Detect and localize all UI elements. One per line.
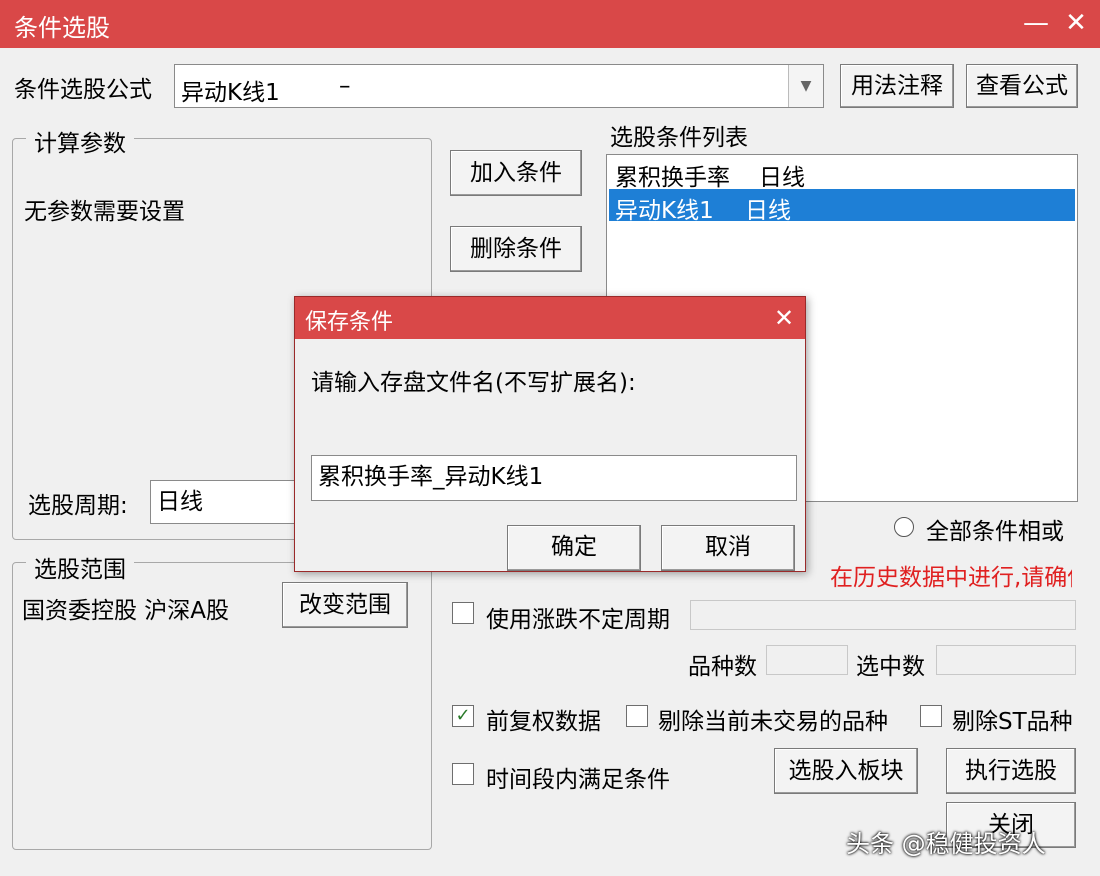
condition-period: 日线 [745, 198, 791, 224]
formula-select[interactable]: 异动K线1 – ▼ [174, 64, 824, 108]
or-label: 全部条件相或 [926, 519, 1064, 545]
no-params-message: 无参数需要设置 [24, 199, 185, 225]
filename-input[interactable]: 累积换手率_异动K线1 [311, 455, 797, 501]
exclude-st-label: 剔除ST品种 [952, 709, 1073, 735]
dialog-prompt: 请输入存盘文件名(不写扩展名): [311, 370, 636, 396]
to-block-button[interactable]: 选股入板块 [774, 748, 918, 794]
warning-text: 在历史数据中进行,请确保数据完整 [830, 565, 1072, 591]
time-range-checkbox[interactable] [452, 763, 474, 785]
dialog-title: 保存条件 [305, 310, 394, 335]
window-title: 条件选股 [14, 14, 110, 42]
condition-name: 异动K线1 [615, 198, 714, 224]
delete-condition-button[interactable]: 删除条件 [450, 226, 582, 272]
variable-period-label: 使用涨跌不定周期 [486, 607, 670, 633]
or-radio[interactable] [894, 517, 914, 537]
list-item-selected[interactable]: 异动K线1 日线 [609, 189, 1075, 224]
range-legend: 选股范围 [26, 550, 134, 584]
cancel-button[interactable]: 取消 [661, 525, 795, 571]
chevron-down-icon[interactable]: ▼ [788, 65, 823, 107]
exclude-st-checkbox[interactable] [920, 705, 942, 727]
add-condition-button[interactable]: 加入条件 [450, 150, 582, 196]
time-range-label: 时间段内满足条件 [486, 767, 670, 793]
condition-period: 日线 [759, 165, 805, 191]
calc-params-legend: 计算参数 [26, 124, 134, 158]
formula-value: 异动K线1 [181, 80, 280, 106]
period-select[interactable]: 日线 [150, 480, 300, 524]
ok-button[interactable]: 确定 [507, 525, 641, 571]
dialog-close-button[interactable]: ✕ [767, 301, 801, 335]
formula-label: 条件选股公式 [14, 77, 152, 103]
variable-period-checkbox[interactable] [452, 602, 474, 624]
count-field [766, 645, 848, 675]
dialog-title-bar: 保存条件 ✕ [295, 297, 805, 339]
usage-notes-button[interactable]: 用法注释 [840, 64, 954, 108]
selected-field [936, 645, 1076, 675]
forward-adjusted-label: 前复权数据 [486, 709, 601, 735]
condition-list-label: 选股条件列表 [610, 125, 748, 151]
formula-suffix: – [339, 73, 351, 99]
exclude-untraded-label: 剔除当前未交易的品种 [658, 709, 888, 735]
period-label: 选股周期: [28, 493, 128, 519]
list-item[interactable]: 累积换手率 日线 [609, 157, 1075, 191]
exclude-untraded-checkbox[interactable] [626, 705, 648, 727]
save-dialog: 保存条件 ✕ 请输入存盘文件名(不写扩展名): 累积换手率_异动K线1 确定 取… [294, 296, 806, 572]
change-range-button[interactable]: 改变范围 [282, 582, 408, 628]
count-label: 品种数 [688, 654, 757, 680]
watermark: 头条 @稳健投资人 [846, 830, 1046, 858]
range-value: 国资委控股 沪深A股 [22, 598, 230, 624]
variable-period-field[interactable] [690, 600, 1076, 630]
forward-adjusted-checkbox[interactable]: ✓ [452, 705, 474, 727]
view-formula-button[interactable]: 查看公式 [966, 64, 1078, 108]
selected-label: 选中数 [856, 654, 925, 680]
minimize-button[interactable]: — [1016, 4, 1056, 42]
close-window-button[interactable]: ✕ [1056, 4, 1096, 42]
execute-button[interactable]: 执行选股 [946, 748, 1076, 794]
condition-name: 累积换手率 [615, 165, 730, 191]
title-bar: 条件选股 — ✕ [0, 0, 1100, 48]
